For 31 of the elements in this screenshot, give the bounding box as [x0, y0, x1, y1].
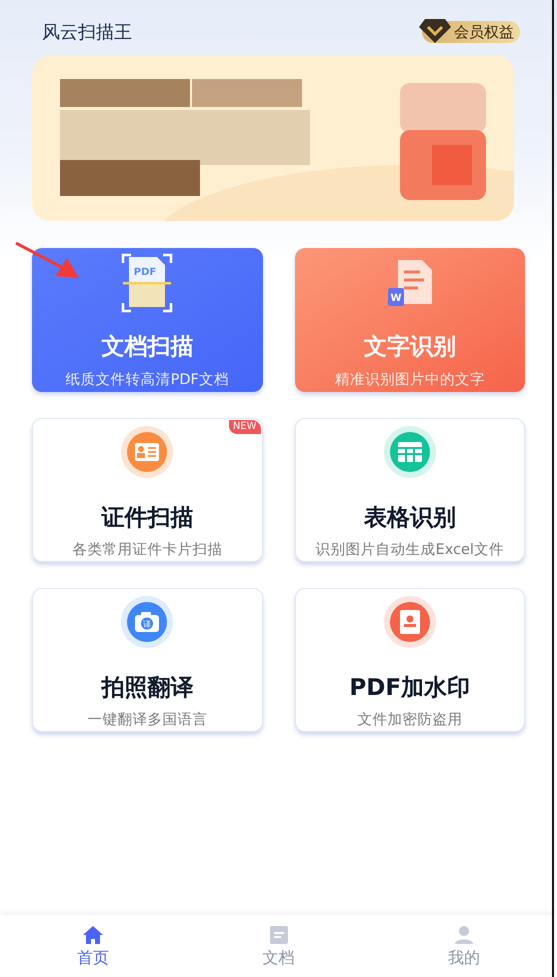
tool-card[interactable]: PDF加水印 文件加密防盗用	[294, 588, 525, 732]
tool-subtitle: 纸质文件转高清PDF文档	[66, 370, 229, 390]
tool-card[interactable]: 证件扫描 各类常用证件卡片扫描 NEW	[32, 418, 262, 562]
tool-subtitle: 精准识别图片中的文字	[334, 370, 485, 390]
tool-card[interactable]: 表格识别 识别图片自动生成Excel文件	[294, 418, 525, 562]
new-badge: NEW	[228, 420, 260, 434]
camera-icon: 译	[121, 596, 174, 648]
tool-title: 文档扫描	[101, 333, 194, 361]
tool-subtitle: 文件加密防盗用	[357, 710, 462, 730]
tool-card[interactable]: W 文字识别 精准识别图片中的文字	[294, 248, 525, 392]
tool-title: 拍照翻译	[101, 674, 194, 702]
id-card-icon	[121, 426, 174, 478]
profile-icon	[453, 925, 476, 945]
member-benefits-button[interactable]: 会员权益	[422, 21, 520, 43]
tool-title: 证件扫描	[101, 504, 194, 532]
app-title: 风云扫描王	[42, 20, 132, 44]
tool-subtitle: 一键翻译多国语言	[87, 710, 208, 730]
tool-subtitle: 识别图片自动生成Excel文件	[316, 541, 504, 560]
nav-tab[interactable]: 首页	[0, 915, 186, 977]
tool-card[interactable]: 译 拍照翻译 一键翻译多国语言	[32, 588, 262, 732]
table-icon	[384, 426, 436, 478]
tool-title: 文字识别	[364, 333, 456, 361]
pointer-arrow	[15, 242, 81, 280]
stamp-icon	[384, 596, 436, 648]
tool-title: PDF加水印	[349, 674, 470, 702]
document-icon	[268, 925, 290, 945]
tool-title: 表格识别	[364, 504, 456, 532]
tool-subtitle: 各类常用证件卡片扫描	[72, 541, 222, 560]
home-icon	[82, 925, 104, 945]
diamond-icon	[418, 17, 452, 45]
tool-card[interactable]: PDF 文档扫描 纸质文件转高清PDF文档	[32, 248, 262, 392]
